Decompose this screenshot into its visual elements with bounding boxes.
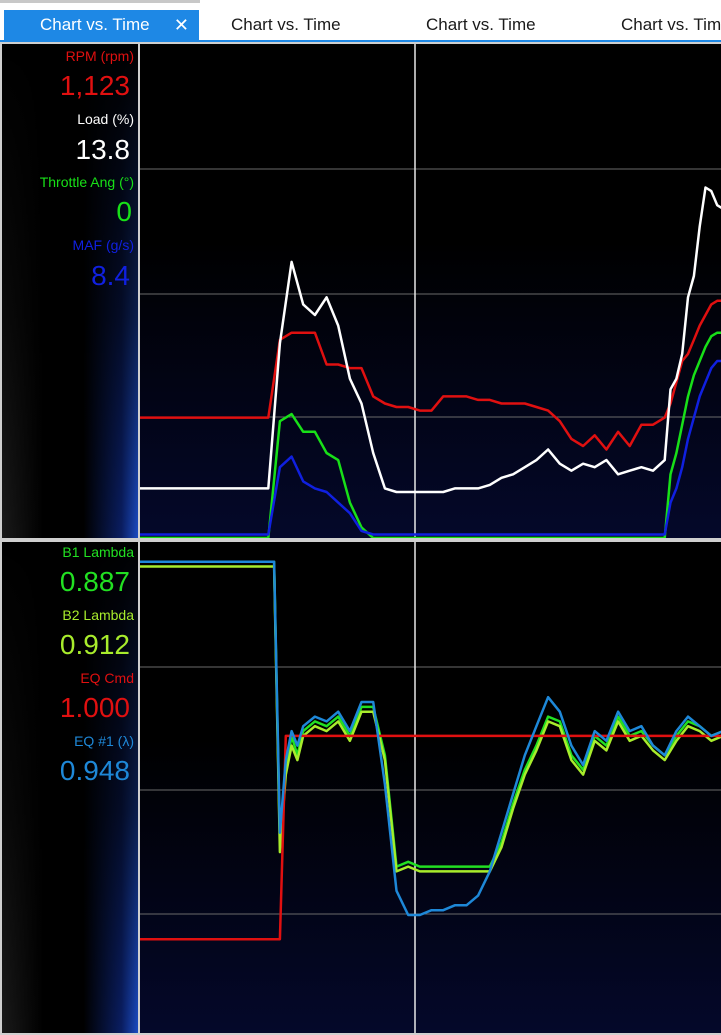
tab-chart-vs-time-2[interactable]: Chart vs. Time [231,10,341,40]
tab-bar-top-line [0,0,721,3]
top-chart-panel: RPM (rpm) 1,123 Load (%) 13.8 Throttle A… [0,42,721,540]
top-chart-series-0 [140,299,721,451]
bottom-plot-area[interactable] [140,542,721,1033]
eq-cmd-value: 1.000 [59,692,130,723]
close-icon[interactable]: ✕ [174,10,189,40]
bottom-chart-series-2 [140,734,721,941]
bottom-channel-sidebar: B1 Lambda 0.887 B2 Lambda 0.912 EQ Cmd 1… [2,542,140,1033]
b2-lambda-value: 0.912 [59,629,130,660]
eq1-label: EQ #1 (λ) [74,733,134,749]
tab-bar-accent [0,0,200,3]
throttle-value: 0 [116,196,132,227]
tab-chart-vs-time-3[interactable]: Chart vs. Time [426,10,536,40]
top-chart-svg [140,44,721,538]
b2-lambda-label: B2 Lambda [62,607,134,623]
throttle-label: Throttle Ang (°) [39,174,134,190]
bottom-chart-panel: B1 Lambda 0.887 B2 Lambda 0.912 EQ Cmd 1… [0,540,721,1035]
load-label: Load (%) [77,111,134,127]
tab-chart-vs-time-4[interactable]: Chart vs. Tim [621,10,721,40]
rpm-label: RPM (rpm) [65,48,134,64]
tab-bar: Chart vs. Time ✕ Chart vs. Time Chart vs… [0,0,721,42]
maf-label: MAF (g/s) [72,237,134,253]
b1-lambda-label: B1 Lambda [62,544,134,560]
tab-chart-vs-time-1[interactable]: Chart vs. Time ✕ [4,10,199,40]
top-channel-sidebar: RPM (rpm) 1,123 Load (%) 13.8 Throttle A… [2,44,140,538]
bottom-chart-series-0 [140,560,721,868]
tab-label: Chart vs. Time [426,15,536,34]
maf-value: 8.4 [91,260,130,291]
top-plot-area[interactable] [140,44,721,538]
b1-lambda-value: 0.887 [59,566,130,597]
tab-label: Chart vs. Time [40,15,150,34]
top-chart-series-2 [140,331,721,538]
bottom-chart-svg [140,542,721,1033]
bottom-chart-series-1 [140,565,721,873]
top-chart-series-1 [140,186,721,494]
tab-label: Chart vs. Time [231,15,341,34]
top-chart-series-3 [140,359,721,536]
load-value: 13.8 [75,134,131,165]
eq1-value: 0.948 [59,755,130,786]
eq-cmd-label: EQ Cmd [80,670,134,686]
tab-label: Chart vs. Tim [621,15,721,34]
rpm-value: 1,123 [59,70,130,101]
